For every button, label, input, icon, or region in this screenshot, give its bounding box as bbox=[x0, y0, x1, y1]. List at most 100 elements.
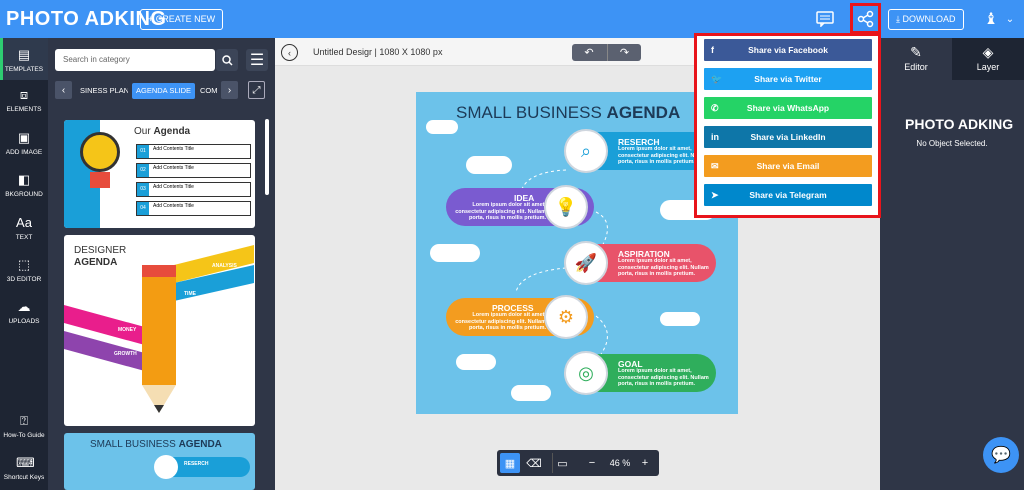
expand-icon[interactable]: ⤢ bbox=[248, 81, 265, 99]
sidebar-label: Shortcut Keys bbox=[3, 474, 45, 481]
sidebar-label: BKGROUND bbox=[5, 191, 43, 198]
step-body: Lorem ipsum dolor sit amet, consectetur … bbox=[618, 258, 709, 277]
sidebar-label: UPLOADS bbox=[8, 318, 40, 325]
agenda-row: 01 Add Contents Title bbox=[136, 144, 251, 159]
thumb-title: Our Agenda bbox=[134, 126, 191, 137]
cube-icon: ⬚ bbox=[17, 257, 31, 272]
template-thumb-our-agenda[interactable]: Our Agenda 01 Add Contents Title 02 Add Co… bbox=[64, 120, 255, 228]
share-label: Share via WhatsApp bbox=[746, 103, 830, 113]
sidebar-item-elements[interactable]: ⧈ ELEMENTS bbox=[0, 88, 48, 114]
zoom-level: 46 % bbox=[609, 458, 631, 468]
share-label: Share via Telegram bbox=[749, 190, 827, 200]
share-label: Share via Twitter bbox=[754, 74, 822, 84]
guide-icon: ⍰ bbox=[20, 413, 28, 428]
sidebar-item-how-to-guide[interactable]: ⍰ How-To Guide bbox=[0, 413, 48, 440]
panel-scrollbar[interactable] bbox=[265, 119, 269, 195]
gear-icon: ⚙ bbox=[544, 295, 588, 339]
share-whatsapp-button[interactable]: ✆ Share via WhatsApp bbox=[704, 97, 872, 119]
tab-label: Editor bbox=[904, 62, 928, 72]
step-body: Lorem ipsum dolor sit amet, consectetur … bbox=[455, 202, 546, 221]
eraser-icon[interactable]: ⌫ bbox=[524, 453, 544, 473]
sidebar-item-shortcut-keys[interactable]: ⌨ Shortcut Keys bbox=[0, 455, 48, 482]
share-email-button[interactable]: ✉ Share via Email bbox=[704, 155, 872, 177]
layers-icon: ◈ bbox=[982, 44, 994, 60]
agenda-row: 02 Add Contents Title bbox=[136, 163, 251, 178]
text-icon: Aa bbox=[16, 215, 32, 230]
right-panel: ✎ Editor ◈ Layer PHOTO ADKING No Object … bbox=[880, 38, 1024, 490]
active-indicator bbox=[0, 38, 3, 80]
thumb-label: MONEY bbox=[118, 327, 137, 333]
keyboard-icon: ⌨ bbox=[16, 455, 35, 470]
sidebar-item-background[interactable]: ◧ BKGROUND bbox=[0, 172, 48, 199]
magnifier-icon: ⌕ bbox=[564, 129, 608, 173]
share-label: Share via LinkedIn bbox=[750, 132, 826, 142]
sidebar-item-add-image[interactable]: ▣ ADD IMAGE bbox=[0, 131, 48, 157]
list-view-icon[interactable]: ☰ bbox=[246, 49, 268, 71]
chevron-down-icon[interactable]: ⌄ bbox=[1002, 6, 1018, 32]
share-telegram-button[interactable]: ➤ Share via Telegram bbox=[704, 184, 872, 206]
category-com[interactable]: COM bbox=[196, 83, 220, 99]
pencil-body bbox=[90, 172, 110, 188]
category-next-icon[interactable]: › bbox=[221, 81, 238, 99]
presentation-icon[interactable]: ▭ bbox=[552, 453, 572, 473]
share-icon[interactable] bbox=[853, 6, 879, 32]
redo-icon[interactable]: ↷ bbox=[607, 44, 641, 61]
grid-icon[interactable]: ▦ bbox=[500, 453, 520, 473]
rocket-icon: 🚀 bbox=[564, 241, 608, 285]
search-icon[interactable] bbox=[216, 49, 238, 71]
thumb-label: GROWTH bbox=[114, 351, 137, 357]
category-business-plan[interactable]: SINESS PLAN bbox=[76, 83, 128, 99]
chat-icon[interactable]: 💬 bbox=[983, 437, 1019, 473]
download-button[interactable]: ⤓ DOWNLOAD bbox=[888, 9, 964, 30]
bulb-icon bbox=[80, 132, 120, 172]
magnifier-icon bbox=[154, 455, 178, 479]
create-new-button[interactable]: + CREATE NEW bbox=[140, 9, 224, 30]
search-input[interactable]: Search in category bbox=[55, 49, 215, 71]
thumb-title: SMALL BUSINESS AGENDA bbox=[90, 439, 222, 450]
zoom-in-icon[interactable]: + bbox=[635, 453, 655, 473]
share-linkedin-button[interactable]: in Share via LinkedIn bbox=[704, 126, 872, 148]
template-thumb-small-business-agenda[interactable]: SMALL BUSINESS AGENDA RESERCH bbox=[64, 433, 255, 490]
step-body: Lorem ipsum dolor sit amet, consectetur … bbox=[618, 368, 709, 387]
linkedin-icon: in bbox=[711, 132, 719, 142]
sidebar-item-3d-editor[interactable]: ⬚ 3D EDITOR bbox=[0, 257, 48, 284]
category-prev-icon[interactable]: ‹ bbox=[55, 81, 72, 99]
sidebar-label: TEMPLATES bbox=[4, 66, 44, 73]
tab-editor[interactable]: ✎ Editor bbox=[880, 38, 952, 80]
sidebar-item-templates[interactable]: ▤ TEMPLATES bbox=[0, 38, 48, 80]
sidebar-item-uploads[interactable]: ☁ UPLOADS bbox=[0, 299, 48, 326]
sidebar-label: TEXT bbox=[15, 234, 33, 241]
doc-size: | 1080 X 1080 px bbox=[374, 47, 443, 57]
category-agenda-slide[interactable]: AGENDA SLIDE bbox=[132, 83, 196, 99]
undo-redo-group: ↶ ↷ bbox=[572, 44, 641, 61]
sidebar-item-text[interactable]: Aa TEXT bbox=[0, 215, 48, 242]
bulb-icon: 💡 bbox=[544, 185, 588, 229]
template-thumb-designer-agenda[interactable]: DESIGNER AGENDA ANALYSIS TIME MONEY GROW… bbox=[64, 235, 255, 426]
share-dropdown: f Share via Facebook 🐦 Share via Twitter ✆… bbox=[694, 33, 881, 218]
share-label: Share via Email bbox=[756, 161, 820, 171]
target-icon: ◎ bbox=[564, 351, 608, 395]
chess-icon[interactable]: ♝ bbox=[978, 6, 1004, 32]
sidebar-label: How-To Guide bbox=[3, 432, 45, 439]
step-body: Lorem ipsum dolor sit amet, consectetur … bbox=[455, 312, 546, 331]
upload-icon: ☁ bbox=[17, 299, 31, 314]
template-panel: Search in category ☰ ‹ SINESS PLAN AGEND… bbox=[48, 38, 275, 490]
comment-icon[interactable] bbox=[812, 6, 838, 32]
back-icon[interactable]: ‹ bbox=[281, 44, 298, 61]
left-toolbar: ▤ TEMPLATES ⧈ ELEMENTS ▣ ADD IMAGE ◧ BKG… bbox=[0, 38, 48, 490]
agenda-row: 04 Add Contents Title bbox=[136, 201, 251, 216]
design-canvas[interactable]: SMALL BUSINESS AGENDA RESERCH Lorem ipsu… bbox=[416, 92, 738, 414]
background-icon: ◧ bbox=[17, 172, 31, 187]
doc-title[interactable]: Untitled Desigr | 1080 X 1080 px bbox=[313, 47, 442, 57]
zoom-out-icon[interactable]: − bbox=[582, 453, 602, 473]
telegram-icon: ➤ bbox=[711, 190, 719, 200]
thumb-label: RESERCH bbox=[184, 461, 209, 467]
panel-logo: PHOTO ADKING bbox=[905, 116, 1014, 132]
undo-icon[interactable]: ↶ bbox=[572, 44, 606, 61]
download-label: DOWNLOAD bbox=[902, 14, 956, 24]
tab-layer[interactable]: ◈ Layer bbox=[952, 38, 1024, 80]
share-twitter-button[interactable]: 🐦 Share via Twitter bbox=[704, 68, 872, 90]
facebook-icon: f bbox=[711, 45, 714, 55]
whatsapp-icon: ✆ bbox=[711, 103, 719, 113]
share-facebook-button[interactable]: f Share via Facebook bbox=[704, 39, 872, 61]
